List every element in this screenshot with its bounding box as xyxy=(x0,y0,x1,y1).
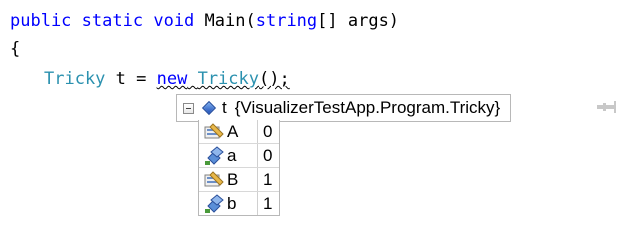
code-line-1: public static void Main(string[] args) xyxy=(10,8,399,34)
datatip-value[interactable]: {VisualizerTestApp.Program.Tricky} xyxy=(235,98,501,118)
keyword-string: string xyxy=(255,11,318,31)
collapse-icon[interactable] xyxy=(183,102,194,114)
keyword-static: static xyxy=(81,11,144,31)
member-name: A xyxy=(227,121,239,141)
assignment-text: t = xyxy=(105,69,157,89)
property-icon xyxy=(204,170,224,186)
field-icon xyxy=(205,193,224,213)
member-row[interactable]: b 1 xyxy=(199,192,279,215)
member-row[interactable]: A 0 xyxy=(199,120,279,144)
datatip-members: A 0 a 0 B 1 b 1 xyxy=(198,120,280,216)
pin-icon[interactable] xyxy=(596,100,618,114)
member-value[interactable]: 0 xyxy=(263,122,272,142)
keyword-public: public xyxy=(10,11,72,31)
member-name: B xyxy=(227,169,239,189)
code-line-3: Tricky t = new Tricky(); xyxy=(44,66,290,92)
method-name: Main( xyxy=(204,11,256,31)
type-tricky: Tricky xyxy=(44,69,106,89)
datatip-header[interactable]: t {VisualizerTestApp.Program.Tricky} xyxy=(176,94,512,122)
code-line-2: { xyxy=(10,39,21,59)
member-row[interactable]: B 1 xyxy=(199,168,279,192)
member-value[interactable]: 0 xyxy=(263,146,272,166)
datatip-variable-name: t xyxy=(222,98,227,117)
property-icon xyxy=(204,122,224,138)
member-name: a xyxy=(227,145,237,165)
keyword-void: void xyxy=(153,11,195,31)
type-tricky-ctor: Tricky xyxy=(197,69,259,89)
member-value[interactable]: 1 xyxy=(263,194,272,214)
field-icon xyxy=(205,145,224,165)
member-row[interactable]: a 0 xyxy=(199,144,279,168)
member-name: b xyxy=(227,193,237,213)
member-value[interactable]: 1 xyxy=(263,170,272,190)
keyword-new: new xyxy=(156,69,188,89)
local-variable-icon xyxy=(201,100,217,116)
method-params: [] args) xyxy=(317,11,400,31)
ctor-call: (); xyxy=(259,69,290,89)
